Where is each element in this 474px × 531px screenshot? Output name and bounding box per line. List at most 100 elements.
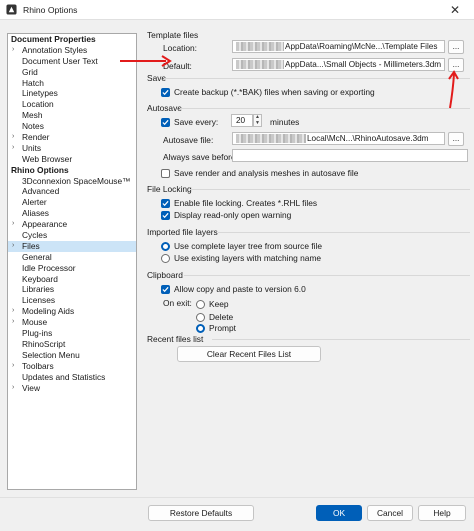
- save-every-checkbox[interactable]: Save every:: [161, 117, 218, 127]
- tree-item[interactable]: Aliases: [8, 208, 136, 219]
- tree-item[interactable]: › Modeling Aids: [8, 306, 136, 317]
- tree-item-label: Mesh: [22, 110, 43, 121]
- chevron-right-icon[interactable]: ›: [12, 306, 20, 317]
- on-exit-delete-radio[interactable]: Delete: [196, 312, 233, 322]
- tree-item[interactable]: General: [8, 252, 136, 263]
- default-browse-button[interactable]: ...: [448, 58, 464, 72]
- redacted-path: [236, 60, 284, 70]
- chevron-right-icon[interactable]: ›: [12, 361, 20, 372]
- layer-tree-source-radio[interactable]: Use complete layer tree from source file: [161, 241, 322, 251]
- checkbox-checked-icon: [161, 284, 170, 294]
- tree-item[interactable]: Mesh: [8, 110, 136, 121]
- tree-item[interactable]: Idle Processor: [8, 263, 136, 274]
- existing-layers-label: Use existing layers with matching name: [174, 253, 322, 263]
- imported-layers-heading: Imported file layers: [147, 227, 218, 237]
- spin-down-icon[interactable]: ▼: [254, 120, 261, 127]
- tree-item[interactable]: 3Dconnexion SpaceMouse™: [8, 176, 136, 187]
- tree-item[interactable]: Web Browser: [8, 154, 136, 165]
- tree-section-header[interactable]: Document Properties: [8, 34, 136, 45]
- always-save-before-field[interactable]: [232, 149, 468, 162]
- restore-defaults-button[interactable]: Restore Defaults: [148, 505, 254, 521]
- readonly-warning-checkbox[interactable]: Display read-only open warning: [161, 210, 291, 220]
- tree-item-label: View: [22, 382, 41, 393]
- save-render-meshes-label: Save render and analysis meshes in autos…: [174, 168, 359, 178]
- tree-item[interactable]: Hatch: [8, 78, 136, 89]
- tree-item-label: Document Properties: [11, 34, 96, 44]
- tree-item-label: Keyboard: [22, 273, 58, 284]
- tree-item[interactable]: Plug-ins: [8, 328, 136, 339]
- checkbox-checked-icon: [161, 87, 170, 97]
- checkbox-unchecked-icon: [161, 168, 170, 178]
- help-button[interactable]: Help: [418, 505, 466, 521]
- default-label: Default:: [163, 61, 192, 71]
- chevron-right-icon[interactable]: ›: [12, 132, 20, 143]
- existing-layers-radio[interactable]: Use existing layers with matching name: [161, 253, 321, 263]
- tree-item-label: Grid: [22, 66, 38, 77]
- autosave-file-field[interactable]: Local\McN...\RhinoAutosave.3dm: [232, 132, 445, 145]
- chevron-right-icon[interactable]: ›: [12, 143, 20, 154]
- tree-item[interactable]: Notes: [8, 121, 136, 132]
- tree-item[interactable]: Cycles: [8, 230, 136, 241]
- keep-label: Keep: [209, 299, 229, 309]
- tree-item[interactable]: Licenses: [8, 295, 136, 306]
- tree-item[interactable]: › Files: [8, 240, 136, 252]
- tree-item[interactable]: › View: [8, 383, 136, 394]
- allow-copy-paste-label: Allow copy and paste to version 6.0: [174, 284, 306, 294]
- radio-selected-icon: [161, 241, 170, 251]
- location-browse-button[interactable]: ...: [448, 40, 464, 54]
- create-backup-checkbox[interactable]: Create backup (*.*BAK) files when saving…: [161, 87, 375, 97]
- cancel-button[interactable]: Cancel: [367, 505, 413, 521]
- tree-item-label: Plug-ins: [22, 328, 53, 339]
- tree-item-label: Render: [22, 132, 50, 143]
- tree-item-label: 3Dconnexion SpaceMouse™: [22, 175, 131, 186]
- tree-item[interactable]: Alerter: [8, 197, 136, 208]
- autosave-file-browse-button[interactable]: ...: [448, 132, 464, 146]
- chevron-right-icon[interactable]: ›: [12, 219, 20, 230]
- chevron-right-icon[interactable]: ›: [12, 383, 20, 394]
- tree-item[interactable]: Selection Menu: [8, 350, 136, 361]
- tree-item[interactable]: › Toolbars: [8, 361, 136, 372]
- file-locking-divider: [190, 189, 470, 190]
- tree-item[interactable]: Advanced: [8, 186, 136, 197]
- chevron-right-icon[interactable]: ›: [12, 317, 20, 328]
- tree-item-label: Advanced: [22, 186, 60, 197]
- tree-item[interactable]: › Units: [8, 143, 136, 154]
- tree-item[interactable]: Keyboard: [8, 274, 136, 285]
- tree-item[interactable]: › Appearance: [8, 219, 136, 230]
- imported-layers-divider: [218, 232, 470, 233]
- tree-item[interactable]: Updates and Statistics: [8, 372, 136, 383]
- tree-item[interactable]: Document User Text: [8, 56, 136, 67]
- chevron-right-icon[interactable]: ›: [12, 45, 20, 56]
- ok-button[interactable]: OK: [316, 505, 362, 521]
- close-icon: ✕: [449, 3, 461, 17]
- minutes-label: minutes: [270, 117, 300, 127]
- tree-item[interactable]: RhinoScript: [8, 339, 136, 350]
- tree-section-header[interactable]: Rhino Options: [8, 165, 136, 176]
- tree-item[interactable]: Location: [8, 99, 136, 110]
- on-exit-prompt-radio[interactable]: Prompt: [196, 323, 236, 333]
- tree-item-label: Hatch: [22, 77, 44, 88]
- tree-item[interactable]: Grid: [8, 67, 136, 78]
- tree-item-label: Units: [22, 142, 42, 153]
- clear-recent-files-button[interactable]: Clear Recent Files List: [177, 346, 321, 362]
- chevron-right-icon[interactable]: ›: [12, 241, 20, 252]
- tree-item[interactable]: › Annotation Styles: [8, 45, 136, 56]
- window-close-button[interactable]: ✕: [436, 0, 474, 20]
- location-field[interactable]: AppData\Roaming\McNe...\Template Files: [232, 40, 445, 53]
- options-tree[interactable]: Document Properties › Annotation Styles Doc…: [7, 33, 137, 490]
- on-exit-keep-radio[interactable]: Keep: [196, 299, 229, 309]
- save-render-meshes-checkbox[interactable]: Save render and analysis meshes in autos…: [161, 168, 358, 178]
- allow-copy-paste-checkbox[interactable]: Allow copy and paste to version 6.0: [161, 284, 306, 294]
- save-every-label: Save every:: [174, 117, 219, 127]
- tree-item-label: Notes: [22, 121, 44, 132]
- tree-item-label: Appearance: [22, 219, 68, 230]
- default-template-field[interactable]: AppData...\Small Objects - Millimeters.3…: [232, 58, 445, 71]
- tree-item[interactable]: Libraries: [8, 284, 136, 295]
- window-title: Rhino Options: [23, 4, 78, 15]
- tree-item[interactable]: › Mouse: [8, 317, 136, 328]
- tree-item[interactable]: Linetypes: [8, 88, 136, 99]
- tree-item[interactable]: › Render: [8, 132, 136, 143]
- autosave-minutes-input[interactable]: 20: [231, 114, 253, 127]
- minutes-spinner[interactable]: ▲ ▼: [253, 114, 262, 127]
- enable-file-locking-checkbox[interactable]: Enable file locking. Creates *.RHL files: [161, 198, 317, 208]
